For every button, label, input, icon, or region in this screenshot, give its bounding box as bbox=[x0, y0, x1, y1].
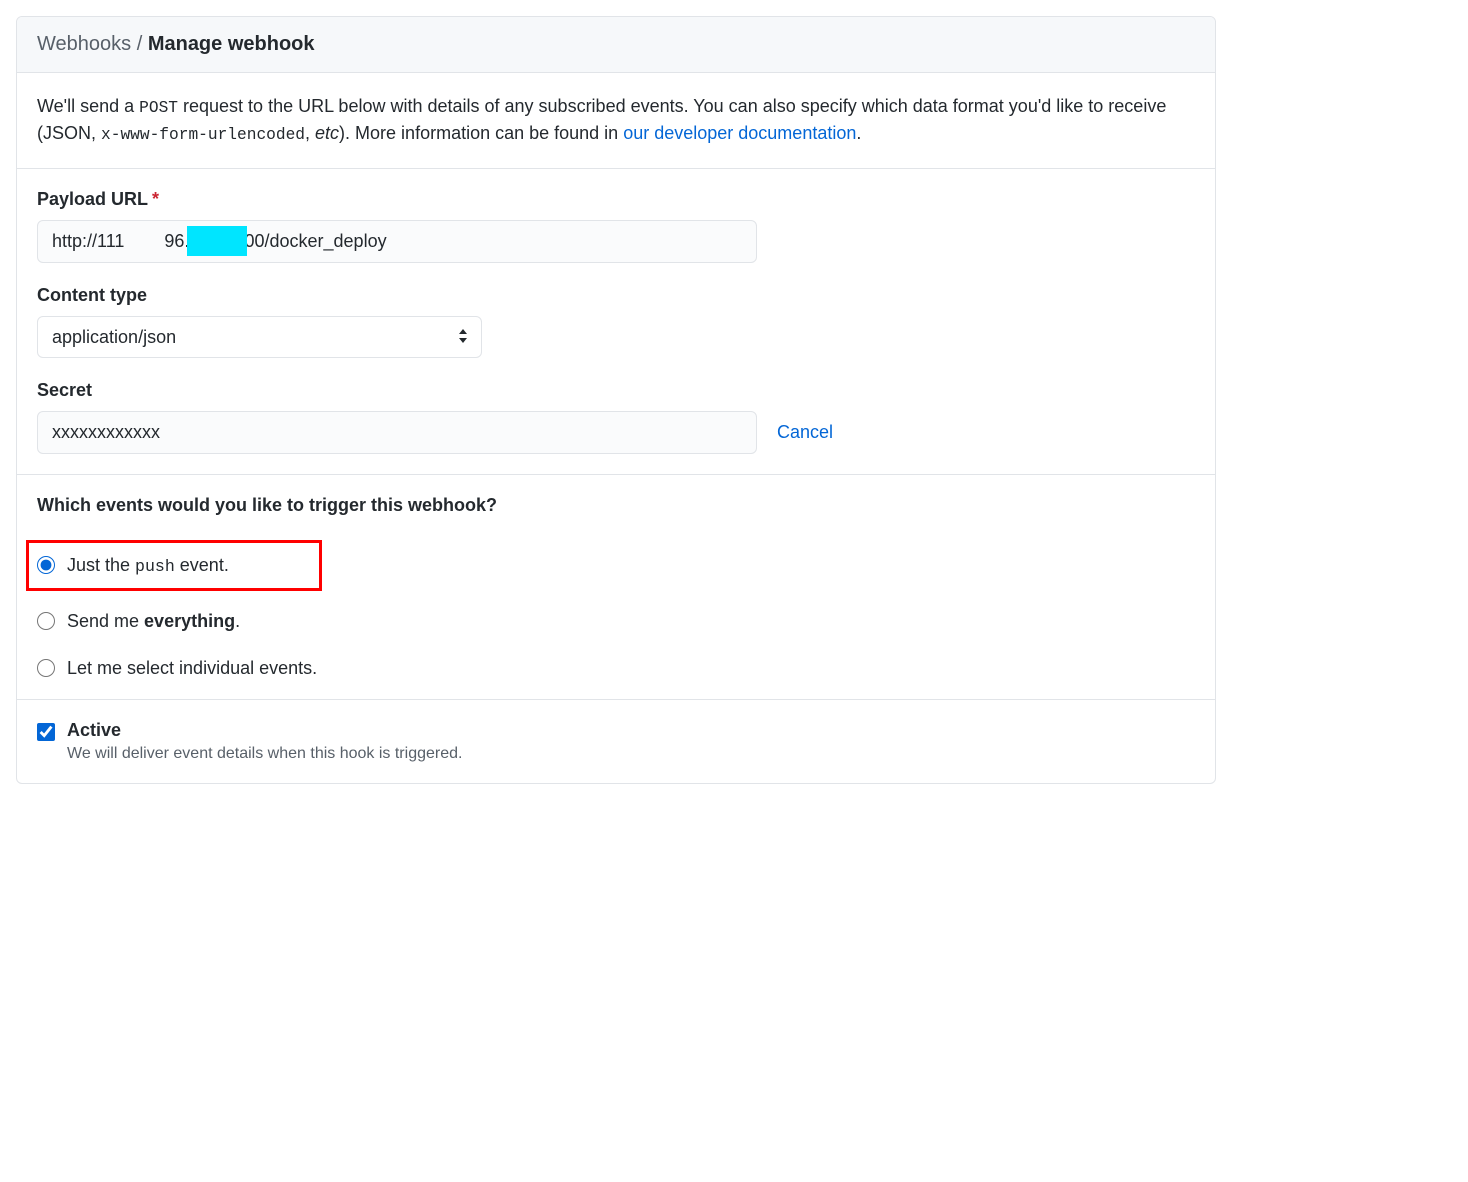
everything-strong: everything bbox=[144, 611, 235, 631]
required-star: * bbox=[152, 189, 159, 209]
push-code: push bbox=[135, 557, 175, 576]
active-description: We will deliver event details when this … bbox=[67, 745, 462, 763]
intro-text: We'll send a POST request to the URL bel… bbox=[17, 73, 1215, 169]
event-radio-push[interactable] bbox=[37, 556, 55, 574]
content-type-select[interactable]: application/json bbox=[37, 316, 482, 358]
panel-header: Webhooks / Manage webhook bbox=[17, 17, 1215, 73]
event-option-individual[interactable]: Let me select individual events. bbox=[37, 658, 1195, 679]
payload-url-label: Payload URL* bbox=[37, 189, 1195, 210]
intro-fragment: , bbox=[305, 123, 315, 143]
event-label-push[interactable]: Just the push event. bbox=[67, 555, 229, 576]
redaction-overlay bbox=[187, 226, 247, 256]
cancel-link[interactable]: Cancel bbox=[777, 422, 833, 443]
intro-encoded-code: x-www-form-urlencoded bbox=[101, 126, 305, 144]
label-fragment: event. bbox=[175, 555, 229, 575]
events-heading: Which events would you like to trigger t… bbox=[37, 495, 1195, 516]
label-fragment: Just the bbox=[67, 555, 135, 575]
active-row[interactable]: Active We will deliver event details whe… bbox=[37, 720, 1195, 763]
breadcrumb-current: Manage webhook bbox=[148, 33, 315, 55]
label-fragment: Send me bbox=[67, 611, 144, 631]
active-checkbox[interactable] bbox=[37, 723, 55, 741]
active-title: Active bbox=[67, 720, 462, 741]
label-fragment: . bbox=[235, 611, 240, 631]
label-text: Payload URL bbox=[37, 189, 148, 209]
event-option-push[interactable]: Just the push event. bbox=[26, 540, 322, 591]
content-type-label: Content type bbox=[37, 285, 1195, 306]
active-section: Active We will deliver event details whe… bbox=[17, 700, 1215, 783]
event-label-everything[interactable]: Send me everything. bbox=[67, 611, 240, 632]
intro-period: . bbox=[856, 123, 861, 143]
event-radio-everything[interactable] bbox=[37, 612, 55, 630]
event-label-individual[interactable]: Let me select individual events. bbox=[67, 658, 317, 679]
content-type-group: Content type application/json bbox=[37, 285, 1195, 358]
event-radio-individual[interactable] bbox=[37, 659, 55, 677]
secret-input[interactable] bbox=[37, 411, 757, 454]
payload-url-input[interactable] bbox=[37, 220, 757, 263]
webhook-panel: Webhooks / Manage webhook We'll send a P… bbox=[16, 16, 1216, 784]
form-section: Payload URL* Content type application/js… bbox=[17, 169, 1215, 475]
events-section: Which events would you like to trigger t… bbox=[17, 475, 1215, 700]
intro-post-code: POST bbox=[139, 99, 178, 117]
secret-group: Secret Cancel bbox=[37, 380, 1195, 454]
intro-fragment: ). More information can be found in bbox=[339, 123, 623, 143]
secret-label: Secret bbox=[37, 380, 1195, 401]
breadcrumb-separator: / bbox=[131, 33, 148, 55]
payload-url-group: Payload URL* bbox=[37, 189, 1195, 263]
breadcrumb-parent[interactable]: Webhooks bbox=[37, 33, 131, 55]
intro-etc: etc bbox=[315, 123, 339, 143]
event-option-everything[interactable]: Send me everything. bbox=[37, 611, 1195, 632]
intro-fragment: We'll send a bbox=[37, 96, 139, 116]
developer-doc-link[interactable]: our developer documentation bbox=[623, 123, 856, 143]
